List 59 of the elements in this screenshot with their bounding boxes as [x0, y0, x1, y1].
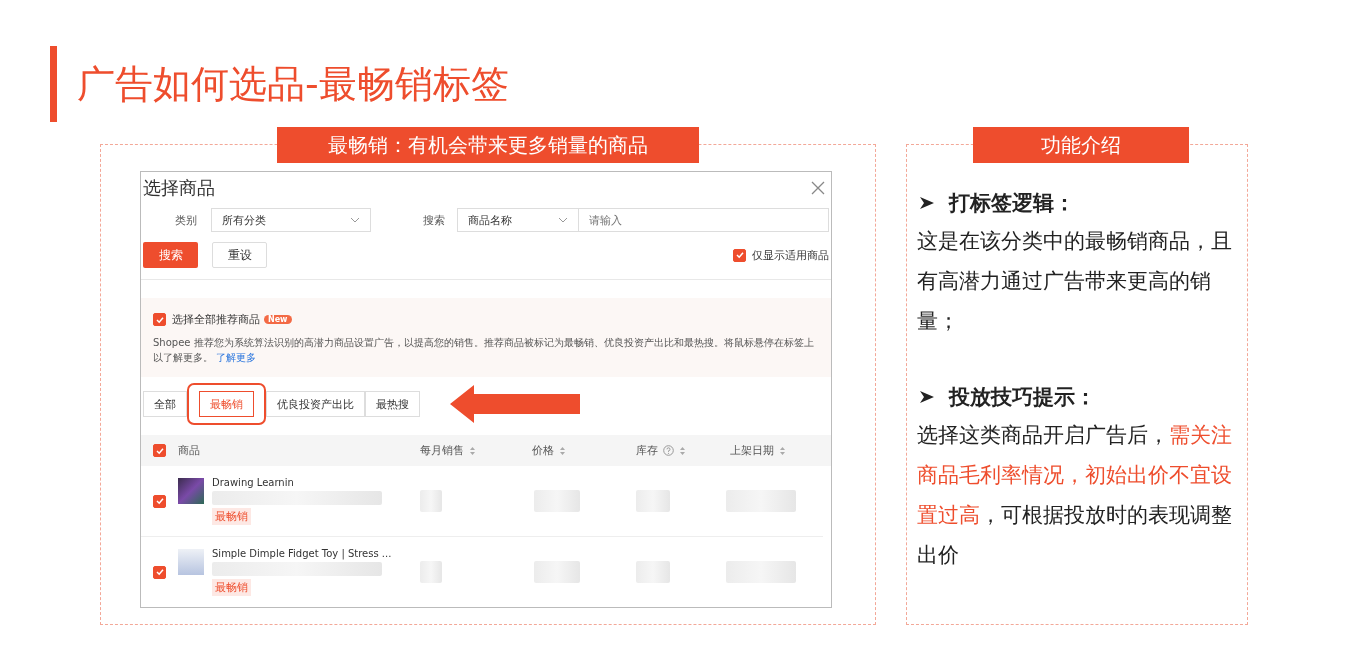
product-tag: 最畅销 — [212, 508, 251, 525]
product-name: Drawing Learnin — [212, 477, 294, 488]
search-type-select[interactable]: 商品名称 — [457, 208, 579, 232]
column-header: 库存 — [636, 443, 658, 458]
section-heading: 打标签逻辑： — [949, 190, 1075, 217]
category-select[interactable]: 所有分类 — [211, 208, 371, 232]
field-label: 类别 — [175, 212, 198, 228]
blurred-value — [534, 561, 580, 583]
column-header: 上架日期 — [730, 443, 774, 458]
photo-placeholder — [178, 478, 204, 504]
blurred-value — [636, 490, 670, 512]
blurred-value — [420, 490, 442, 512]
banner-heading: 功能介绍 — [973, 127, 1189, 163]
blurred-value — [726, 490, 796, 512]
search-input[interactable]: 请输入 — [579, 208, 829, 232]
sort-icon[interactable] — [679, 445, 686, 456]
product-tag: 最畅销 — [212, 579, 251, 596]
new-badge: New — [264, 315, 292, 324]
section-paragraph: 选择这类商品开启广告后，需关注商品毛利率情况，初始出价不宜设置过高，可根据投放时的表现调整出价 — [917, 422, 1233, 569]
learn-more-link[interactable]: 了解更多 — [216, 352, 257, 363]
sort-icon[interactable] — [559, 445, 566, 456]
close-icon[interactable] — [811, 181, 825, 195]
arrowhead-bullet-icon — [919, 390, 935, 404]
sort-icon[interactable] — [469, 445, 476, 456]
help-icon[interactable] — [663, 445, 674, 456]
blurred-value — [420, 561, 442, 583]
section-paragraph: 这是在该分类中的最畅销商品，且有高潜力通过广告带来更高的销量； — [917, 228, 1233, 335]
description-text: Shopee 推荐您为系统算法识别的高潜力商品设置广告，以提高您的销售。推荐商品被标记为最畅销、优良投资产出比和最热搜。将鼠标悬停在标签上以了解更多。 了解更多 — [153, 336, 815, 365]
checkbox[interactable] — [153, 444, 166, 457]
checkbox[interactable] — [153, 313, 166, 326]
column-header: 每月销售 — [420, 443, 464, 458]
chevron-down-icon — [350, 217, 360, 223]
chevron-down-icon — [558, 217, 568, 223]
blurred-value — [636, 561, 670, 583]
column-header: 价格 — [532, 443, 554, 458]
checkbox-label: 选择全部推荐商品 — [172, 312, 260, 327]
dialog-title: 选择商品 — [143, 176, 215, 200]
checkbox-label: 仅显示适用商品 — [752, 247, 829, 263]
left-arrow-icon — [450, 385, 580, 423]
action-button[interactable]: 搜索 — [143, 242, 198, 268]
filter-tab[interactable]: 最畅销 — [199, 391, 254, 417]
product-name: Simple Dimple Fidget Toy | Stress ... — [212, 548, 392, 559]
filter-tab[interactable]: 最热搜 — [365, 391, 420, 417]
arrowhead-bullet-icon — [919, 196, 935, 210]
checkbox[interactable] — [153, 565, 166, 579]
section-heading: 投放技巧提示： — [949, 384, 1096, 411]
filter-tab[interactable]: 全部 — [143, 391, 187, 417]
column-header: 商品 — [178, 443, 200, 458]
checkbox[interactable] — [153, 494, 166, 508]
field-label: 搜索 — [423, 212, 446, 228]
banner-heading: 最畅销：有机会带来更多销量的商品 — [277, 127, 699, 163]
photo-placeholder — [178, 549, 204, 575]
checkbox[interactable] — [733, 248, 746, 262]
blurred-value — [726, 561, 796, 583]
filter-tab[interactable]: 优良投资产出比 — [266, 391, 365, 417]
action-button[interactable]: 重设 — [212, 242, 267, 268]
blurred-value — [534, 490, 580, 512]
slide-title: 广告如何选品-最畅销标签 — [77, 60, 509, 108]
sort-icon[interactable] — [779, 445, 786, 456]
